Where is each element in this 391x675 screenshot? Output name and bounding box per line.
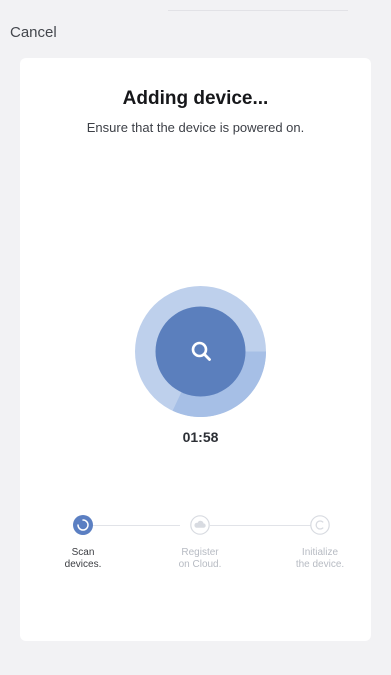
status-bar-divider [168,10,348,11]
instruction-text: Ensure that the device is powered on. [86,120,305,135]
step-connector-1 [92,525,180,526]
scan-spinner-icon [73,515,93,535]
adding-device-card: Adding device... Ensure that the device … [20,58,371,641]
countdown-timer: 01:58 [182,429,219,445]
step-label-initialize: Initialize the device. [295,547,345,570]
add-device-screen: Cancel Adding device... Ensure that the … [0,0,391,675]
search-icon [191,341,211,361]
step-label-register: Register on Cloud. [178,547,222,570]
step-label-scan: Scan devices. [64,547,102,570]
step-connector-2 [210,525,312,526]
initialize-icon [310,515,330,535]
cloud-icon [190,515,210,535]
page-title: Adding device... [122,88,269,109]
cancel-button[interactable]: Cancel [10,24,57,41]
